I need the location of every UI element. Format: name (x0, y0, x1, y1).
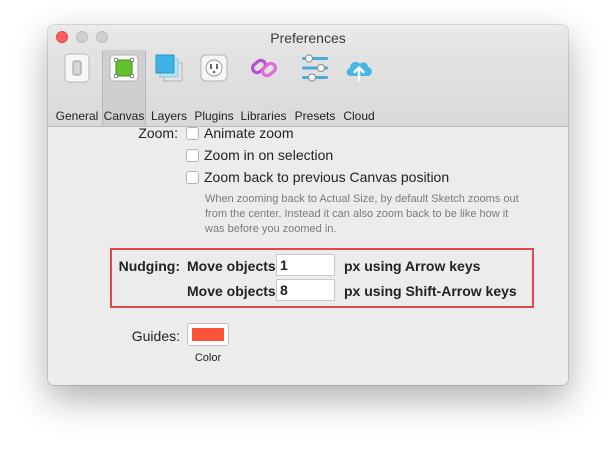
tab-label: General (55, 109, 99, 123)
preferences-toolbar: General Canvas Layers Plugins Libraries … (48, 50, 568, 127)
title-bar: Preferences (48, 25, 568, 50)
tab-cloud[interactable]: Cloud (339, 50, 379, 126)
tab-label: Cloud (343, 109, 375, 123)
tab-general[interactable]: General (51, 50, 103, 126)
nudging-label: Nudging: (118, 258, 180, 274)
plug-icon (200, 54, 228, 82)
move-objects-label: Move objects (187, 283, 276, 299)
zoom-back-label[interactable]: Zoom back to previous Canvas position (204, 169, 449, 185)
animate-zoom-checkbox[interactable] (186, 127, 199, 140)
sliders-icon (302, 54, 328, 82)
cloud-upload-icon (346, 61, 372, 82)
color-swatch (192, 328, 224, 341)
layers-icon (155, 54, 183, 82)
color-label: Color (194, 352, 222, 364)
zoom-label: Zoom: (138, 125, 178, 141)
guides-color-well[interactable] (187, 323, 229, 346)
tab-label: Presets (294, 109, 336, 123)
tab-label: Layers (150, 109, 188, 123)
tab-label: Libraries (240, 109, 287, 123)
tab-label: Plugins (194, 109, 234, 123)
canvas-icon (109, 54, 139, 82)
tab-label: Canvas (103, 109, 145, 123)
preferences-window: Preferences General Canvas Layers Plugin… (48, 25, 568, 385)
tab-canvas[interactable]: Canvas (102, 50, 146, 126)
zoom-selection-checkbox[interactable] (186, 149, 199, 162)
guides-label: Guides: (131, 328, 180, 344)
nudge-large-input[interactable]: 8 (276, 279, 335, 301)
zoom-selection-label[interactable]: Zoom in on selection (204, 147, 333, 163)
zoom-back-checkbox[interactable] (186, 171, 199, 184)
switch-icon (64, 53, 90, 83)
zoom-hint-text: When zooming back to Actual Size, by def… (205, 193, 519, 235)
tab-presets[interactable]: Presets (292, 50, 338, 126)
link-icon (250, 58, 277, 78)
nudge-large-suffix: px using Shift-Arrow keys (344, 283, 517, 299)
tab-libraries[interactable]: Libraries (239, 50, 288, 126)
tab-plugins[interactable]: Plugins (191, 50, 237, 126)
window-title: Preferences (270, 30, 346, 46)
nudge-small-input[interactable]: 1 (276, 254, 335, 276)
move-objects-label: Move objects (187, 258, 276, 274)
animate-zoom-label[interactable]: Animate zoom (204, 125, 293, 141)
tab-layers[interactable]: Layers (147, 50, 191, 126)
nudge-small-suffix: px using Arrow keys (344, 258, 481, 274)
